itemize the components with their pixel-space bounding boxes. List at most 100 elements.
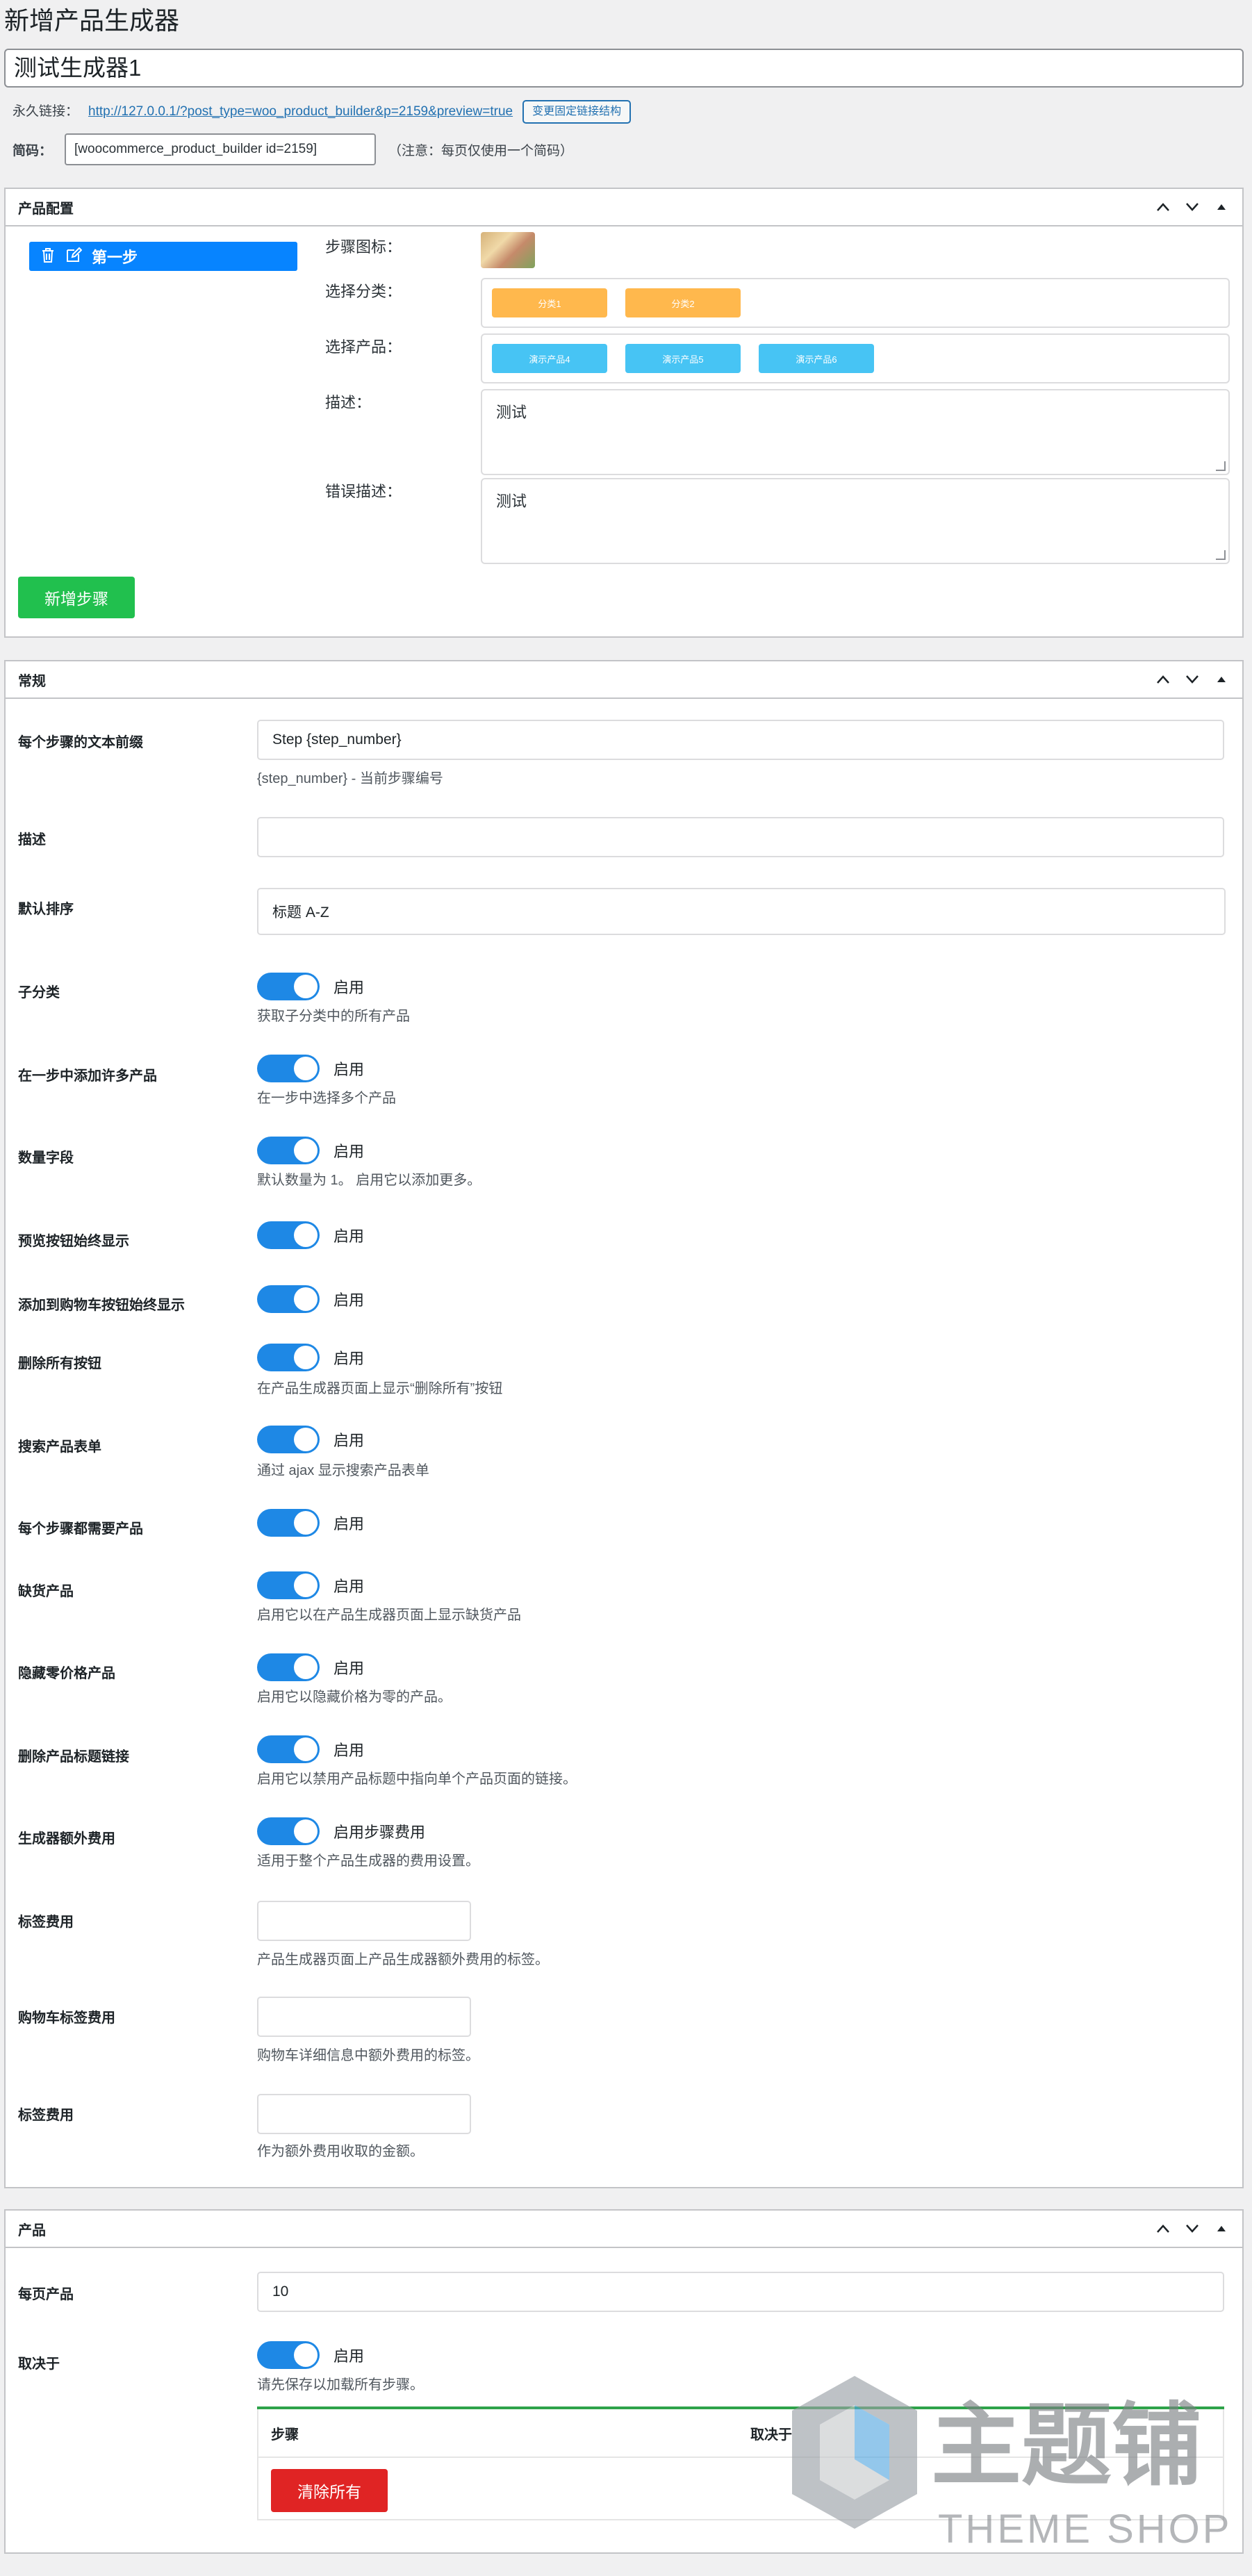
postbox-title: 产品配置	[18, 201, 74, 217]
toggle-label: 预览按钮始终显示	[18, 1234, 129, 1249]
toggle-switch[interactable]	[257, 1221, 320, 1249]
toggle-switch[interactable]	[257, 1735, 320, 1763]
product-tag[interactable]: 演示产品4	[492, 344, 607, 373]
toggle-label: 缺货产品	[18, 1584, 74, 1599]
add-step-button[interactable]: 新增步骤	[18, 577, 135, 618]
shortcode-note: （注意：每页仅使用一个简码）	[388, 143, 574, 158]
toggle-text: 启用	[333, 1742, 365, 1759]
permalink-link[interactable]: http://127.0.0.1/?post_type=woo_product_…	[88, 101, 513, 122]
toggle-label: 子分类	[18, 985, 60, 1000]
toggle-switch[interactable]	[257, 973, 320, 1000]
fee-label-help: 产品生成器页面上产品生成器额外费用的标签。	[257, 1952, 549, 1967]
toggle-row: 启用	[257, 1571, 364, 1599]
toggle-row: 启用	[257, 1344, 364, 1371]
toggle-help: 获取子分类中的所有产品	[257, 1009, 410, 1024]
chevron-up-icon[interactable]	[1155, 199, 1171, 215]
toggle-text: 启用步骤费用	[333, 1824, 426, 1841]
caret-up-icon[interactable]	[1213, 2220, 1230, 2237]
product-tag[interactable]: 演示产品5	[625, 344, 741, 373]
step-icon-label: 步骤图标：	[325, 238, 402, 256]
toggle-switch[interactable]	[257, 1285, 320, 1313]
toggle-row: 启用	[257, 1509, 364, 1537]
product-select[interactable]: 演示产品4 演示产品5 演示产品6	[481, 333, 1230, 383]
toggle-text: 启用	[333, 2347, 365, 2365]
caret-up-icon[interactable]	[1213, 199, 1230, 215]
postbox-title: 产品	[18, 2222, 46, 2238]
shortcode-field[interactable]: [woocommerce_product_builder id=2159]	[65, 133, 377, 165]
toggle-help: 启用它以禁用产品标题中指向单个产品页面的链接。	[257, 1772, 577, 1787]
prefix-input[interactable]: Step {step_number}	[257, 720, 1224, 760]
per-page-input[interactable]: 10	[257, 2272, 1224, 2312]
toggle-help: 通过 ajax 显示搜索产品表单	[257, 1463, 429, 1478]
general-description-label: 描述	[18, 832, 46, 848]
chevron-down-icon[interactable]	[1184, 671, 1201, 688]
error-description-textarea[interactable]: 测试	[481, 478, 1230, 564]
toggle-text: 启用	[333, 1291, 365, 1309]
toggle-switch[interactable]	[257, 1344, 320, 1371]
category-tag[interactable]: 分类2	[625, 288, 741, 317]
resize-handle-icon[interactable]	[1216, 461, 1226, 471]
toggle-switch[interactable]	[257, 1571, 320, 1599]
error-description-text: 测试	[496, 493, 527, 510]
shortcode-row: 简码： [woocommerce_product_builder id=2159…	[13, 133, 573, 165]
product-config-box: 产品配置 第一步 步骤图标： 选择分类： 分类1 分类2 选择产品： 演示产品4…	[4, 188, 1244, 638]
sort-label: 默认排序	[18, 902, 74, 917]
toggle-text: 启用	[333, 1061, 365, 1078]
category-select[interactable]: 分类1 分类2	[481, 278, 1230, 328]
toggle-label: 删除所有按钮	[18, 1356, 101, 1371]
fee-amount-input[interactable]	[257, 2094, 471, 2134]
general-description-input[interactable]	[257, 817, 1224, 857]
permalink-label: 永久链接：	[13, 104, 79, 119]
step-item-first[interactable]: 第一步	[29, 242, 297, 271]
chevron-down-icon[interactable]	[1184, 199, 1201, 215]
toggle-label: 在一步中添加许多产品	[18, 1068, 157, 1084]
caret-up-icon[interactable]	[1213, 671, 1230, 688]
toggle-label: 隐藏零价格产品	[18, 1666, 115, 1681]
postbox-header: 产品	[6, 2211, 1242, 2248]
change-permalink-button[interactable]: 变更固定链接结构	[522, 100, 632, 124]
chevron-up-icon[interactable]	[1155, 2220, 1171, 2237]
toggle-label: 生成器额外费用	[18, 1831, 115, 1847]
resize-handle-icon[interactable]	[1216, 550, 1226, 560]
toggle-switch[interactable]	[257, 2341, 320, 2369]
toggle-label: 删除产品标题链接	[18, 1749, 129, 1765]
toggle-text: 启用	[333, 1228, 365, 1245]
prefix-label: 每个步骤的文本前缀	[18, 735, 143, 750]
toggle-label: 数量字段	[18, 1150, 74, 1166]
chevron-down-icon[interactable]	[1184, 2220, 1201, 2237]
toggle-switch[interactable]	[257, 1653, 320, 1681]
toggle-row: 启用步骤费用	[257, 1817, 425, 1845]
fee-label-input[interactable]	[257, 1901, 471, 1941]
depends-label: 取决于	[18, 2356, 60, 2372]
general-box: 常规 每个步骤的文本前缀 Step {step_number} {step_nu…	[4, 660, 1244, 2188]
toggle-switch[interactable]	[257, 1817, 320, 1845]
edit-icon[interactable]	[65, 247, 83, 267]
toggle-label: 每个步骤都需要产品	[18, 1521, 143, 1537]
prefix-help: {step_number} - 当前步骤编号	[257, 771, 443, 786]
trash-icon[interactable]	[40, 247, 56, 267]
clear-all-button[interactable]: 清除所有	[271, 2469, 388, 2512]
chevron-up-icon[interactable]	[1155, 671, 1171, 688]
cart-fee-label-help: 购物车详细信息中额外费用的标签。	[257, 2048, 479, 2063]
depends-table: 步骤 取决于 清除所有	[257, 2409, 1224, 2520]
toggle-switch[interactable]	[257, 1509, 320, 1537]
toggle-row: 启用	[257, 1426, 364, 1453]
toggle-row: 启用	[257, 1055, 364, 1082]
toggle-text: 启用	[333, 1578, 365, 1595]
toggle-switch[interactable]	[257, 1055, 320, 1082]
category-tag[interactable]: 分类1	[492, 288, 607, 317]
product-tag[interactable]: 演示产品6	[759, 344, 874, 373]
toggle-text: 启用	[333, 1350, 365, 1367]
sort-select[interactable]: 标题 A-Z	[257, 888, 1226, 935]
toggle-help: 在一步中选择多个产品	[257, 1091, 396, 1106]
page-title: 新增产品生成器	[4, 6, 180, 35]
toggle-text: 启用	[333, 1143, 365, 1160]
toggle-switch[interactable]	[257, 1426, 320, 1453]
cart-fee-label-input[interactable]	[257, 1997, 471, 2037]
post-title-input[interactable]: 测试生成器1	[4, 49, 1244, 88]
description-label: 描述：	[325, 394, 372, 411]
toggle-switch[interactable]	[257, 1137, 320, 1164]
description-textarea[interactable]: 测试	[481, 389, 1230, 475]
step-icon-image[interactable]	[481, 232, 535, 268]
toggle-text: 启用	[333, 1432, 365, 1449]
